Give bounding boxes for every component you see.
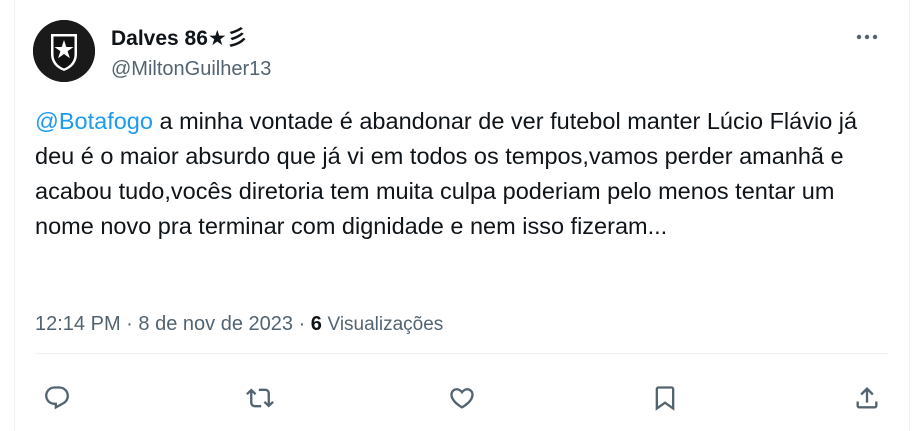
reply-icon — [45, 386, 69, 410]
like-icon — [450, 388, 474, 409]
meta-separator: · — [126, 313, 133, 335]
author-handle[interactable]: @MiltonGuilher13 — [111, 56, 271, 82]
reply-button[interactable] — [35, 376, 79, 420]
bookmark-icon — [655, 386, 674, 411]
tweet-body: a minha vontade é abandonar de ver futeb… — [35, 108, 858, 239]
views-label[interactable]: Visualizações — [327, 314, 443, 335]
tweet-header: Dalves 86★彡 @MiltonGuilher13 — [33, 20, 891, 90]
bookmark-button[interactable] — [643, 376, 687, 420]
tweet-meta: 12:14 PM · 8 de nov de 2023 · 6 Visualiz… — [35, 310, 443, 339]
share-icon — [856, 387, 878, 409]
more-options-button[interactable] — [849, 22, 885, 52]
tweet-date[interactable]: 8 de nov de 2023 — [138, 313, 293, 335]
tweet-card: Dalves 86★彡 @MiltonGuilher13 @Botafogo a… — [14, 0, 910, 431]
club-crest-icon — [33, 20, 95, 82]
tweet-text: @Botafogo a minha vontade é abandonar de… — [35, 104, 895, 244]
display-name[interactable]: Dalves 86★彡 — [111, 26, 248, 52]
share-button[interactable] — [845, 376, 889, 420]
author-names: Dalves 86★彡 @MiltonGuilher13 — [111, 26, 271, 82]
tweet-time[interactable]: 12:14 PM — [35, 313, 121, 335]
mention-link[interactable]: @Botafogo — [35, 108, 153, 134]
meta-separator: · — [298, 313, 306, 335]
repost-icon — [245, 388, 274, 408]
repost-button[interactable] — [238, 376, 282, 420]
views-count: 6 — [310, 313, 322, 335]
action-bar — [35, 372, 889, 424]
divider — [35, 353, 889, 354]
more-horizontal-icon — [856, 34, 878, 40]
like-button[interactable] — [440, 376, 484, 420]
avatar[interactable] — [33, 20, 95, 82]
